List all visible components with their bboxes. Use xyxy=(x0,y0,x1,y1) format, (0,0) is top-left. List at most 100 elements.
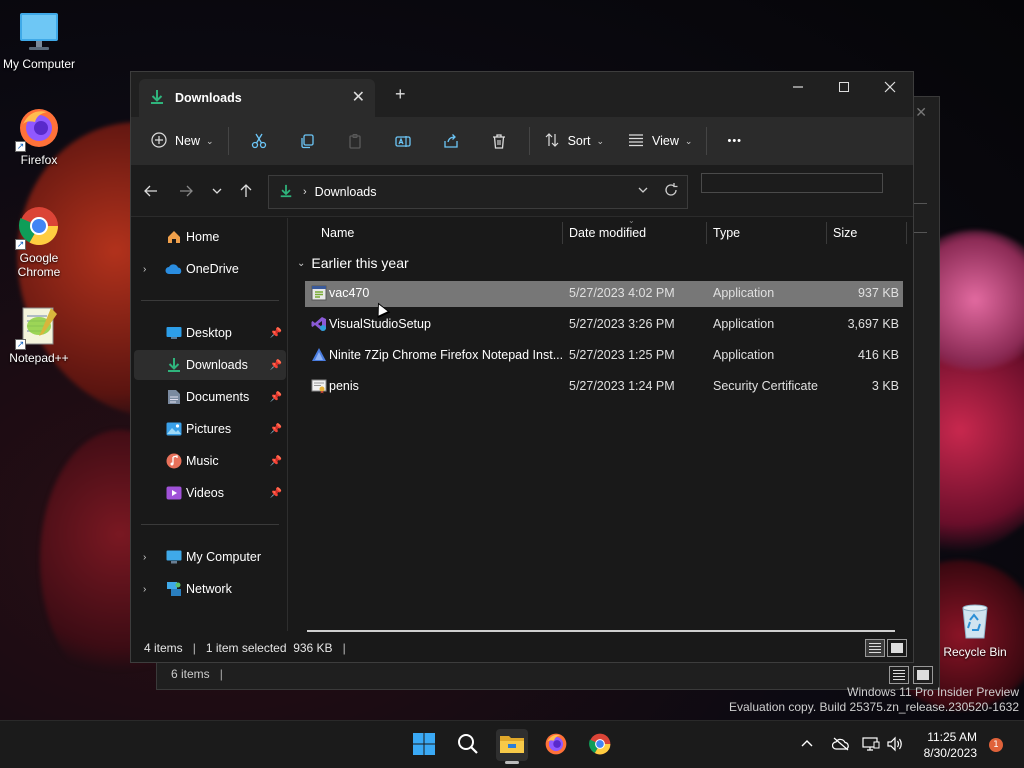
taskbar-firefox[interactable] xyxy=(540,729,572,761)
expand-chevron-icon[interactable]: › xyxy=(143,264,146,275)
paste-icon[interactable] xyxy=(339,125,371,157)
column-divider[interactable] xyxy=(906,222,907,244)
sidebar-divider xyxy=(141,300,279,301)
sidebar-item-videos[interactable]: Videos 📌 xyxy=(134,478,286,508)
refresh-icon[interactable] xyxy=(663,182,679,201)
sidebar-item-my-computer[interactable]: › My Computer xyxy=(134,542,286,572)
shortcut-arrow-icon: ↗ xyxy=(15,239,26,250)
pin-icon[interactable]: 📌 xyxy=(270,328,282,339)
column-header-type[interactable]: Type xyxy=(713,218,740,248)
tab-close-icon[interactable]: ✕ xyxy=(352,87,365,107)
show-hidden-icons-button[interactable] xyxy=(800,721,814,768)
computer-icon xyxy=(165,549,183,565)
desktop-icon-label: Notepad++ xyxy=(9,351,69,365)
command-bar: New ⌄ Sort ⌄ View ⌄ ••• xyxy=(131,117,913,165)
monitor-icon xyxy=(17,10,61,54)
horizontal-scrollbar[interactable] xyxy=(307,630,895,632)
clock-date: 8/30/2023 xyxy=(923,746,977,760)
notification-badge[interactable]: 1 xyxy=(989,738,1003,752)
column-header-size[interactable]: Size xyxy=(833,218,857,248)
download-arrow-icon xyxy=(149,89,165,108)
download-arrow-icon xyxy=(279,184,293,201)
sidebar-item-pictures[interactable]: Pictures 📌 xyxy=(134,414,286,444)
firefox-icon: ↗ xyxy=(15,106,61,152)
sidebar-item-label: OneDrive xyxy=(186,262,239,276)
onedrive-icon xyxy=(165,261,183,277)
expand-chevron-icon[interactable]: › xyxy=(143,584,146,595)
sidebar-item-home[interactable]: Home xyxy=(134,222,286,252)
breadcrumb-downloads[interactable]: Downloads xyxy=(315,185,377,199)
network-ethernet-icon xyxy=(862,736,880,755)
desktop-icon-firefox[interactable]: ↗ Firefox xyxy=(2,106,76,167)
taskbar-file-explorer[interactable] xyxy=(496,729,528,764)
sort-button[interactable]: Sort ⌄ xyxy=(536,125,612,157)
tiles-view-icon[interactable] xyxy=(887,639,907,657)
file-row-penis[interactable]: penis 5/27/2023 1:24 PM Security Certifi… xyxy=(305,374,903,400)
file-size: 937 KB xyxy=(857,286,899,300)
sidebar-item-documents[interactable]: Documents 📌 xyxy=(134,382,286,412)
recent-locations-chevron-icon[interactable] xyxy=(205,179,229,203)
minimize-button[interactable] xyxy=(775,72,821,102)
view-button[interactable]: View ⌄ xyxy=(620,125,700,157)
column-divider[interactable] xyxy=(826,222,827,244)
column-header-date-modified[interactable]: Date modified xyxy=(569,218,646,248)
column-header-name[interactable]: Name xyxy=(321,218,354,248)
details-view-icon[interactable] xyxy=(889,666,909,684)
file-row-vac470[interactable]: vac470 5/27/2023 4:02 PM Application 937… xyxy=(305,281,903,307)
start-button[interactable] xyxy=(408,729,440,761)
taskbar-clock[interactable]: 11:25 AM 8/30/2023 xyxy=(924,729,977,761)
close-window-button[interactable] xyxy=(867,72,913,102)
more-options-button[interactable]: ••• xyxy=(719,125,750,157)
tab-downloads[interactable]: Downloads ✕ xyxy=(139,79,375,117)
search-input[interactable] xyxy=(701,173,883,193)
desktop-icon-recycle-bin[interactable]: Recycle Bin xyxy=(938,598,1012,659)
pin-icon[interactable]: 📌 xyxy=(270,360,282,371)
rename-icon[interactable] xyxy=(387,125,419,157)
copy-icon[interactable] xyxy=(291,125,323,157)
new-button[interactable]: New ⌄ xyxy=(143,125,222,157)
address-field[interactable]: › Downloads xyxy=(268,175,688,209)
pin-icon[interactable]: 📌 xyxy=(270,456,282,467)
share-icon[interactable] xyxy=(435,125,467,157)
tiles-view-icon[interactable] xyxy=(913,666,933,684)
sidebar-item-downloads[interactable]: Downloads 📌 xyxy=(134,350,286,380)
pin-icon[interactable]: 📌 xyxy=(270,488,282,499)
delete-icon[interactable] xyxy=(483,125,515,157)
taskbar-chrome[interactable] xyxy=(584,729,616,761)
chevron-up-icon xyxy=(800,737,814,754)
back-arrow-icon[interactable] xyxy=(139,179,163,203)
network-status-button[interactable] xyxy=(862,721,880,768)
sidebar-item-desktop[interactable]: Desktop 📌 xyxy=(134,318,286,348)
new-tab-button[interactable]: + xyxy=(395,84,406,105)
tab-title: Downloads xyxy=(175,91,242,105)
up-arrow-icon[interactable] xyxy=(234,179,258,203)
forward-arrow-icon[interactable] xyxy=(174,179,198,203)
expand-chevron-icon[interactable]: › xyxy=(143,552,146,563)
details-view-icon[interactable] xyxy=(865,639,885,657)
file-date-modified: 5/27/2023 4:02 PM xyxy=(569,286,675,300)
search-button[interactable] xyxy=(452,729,484,761)
ninite-installer-icon xyxy=(311,347,327,363)
address-history-chevron-icon[interactable] xyxy=(637,184,649,199)
desktop-icon-my-computer[interactable]: My Computer xyxy=(2,10,76,71)
desktop-icon-notepadpp[interactable]: ↗ Notepad++ xyxy=(2,304,76,365)
pin-icon[interactable]: 📌 xyxy=(270,392,282,403)
cut-icon[interactable] xyxy=(243,125,275,157)
network-icon xyxy=(165,581,183,597)
pin-icon[interactable]: 📌 xyxy=(270,424,282,435)
column-divider[interactable] xyxy=(562,222,563,244)
file-row-ninite-installer[interactable]: Ninite 7Zip Chrome Firefox Notepad Inst.… xyxy=(305,343,903,369)
sidebar-item-network[interactable]: › Network xyxy=(134,574,286,604)
close-icon[interactable]: ✕ xyxy=(915,105,927,121)
onedrive-offline-button[interactable] xyxy=(831,721,850,768)
file-type: Application xyxy=(713,348,775,362)
group-header-earlier-this-year[interactable]: ⌄ Earlier this year xyxy=(297,255,409,271)
column-divider[interactable] xyxy=(706,222,707,244)
maximize-button[interactable] xyxy=(821,72,867,102)
desktop-icon-google-chrome[interactable]: ↗ Google Chrome xyxy=(2,204,76,279)
sidebar-item-label: Desktop xyxy=(186,326,232,340)
sidebar-item-music[interactable]: Music 📌 xyxy=(134,446,286,476)
file-row-visualstudiosetup[interactable]: VisualStudioSetup 5/27/2023 3:26 PM Appl… xyxy=(305,312,903,338)
volume-button[interactable] xyxy=(886,721,904,768)
sidebar-item-onedrive[interactable]: › OneDrive xyxy=(134,254,286,284)
